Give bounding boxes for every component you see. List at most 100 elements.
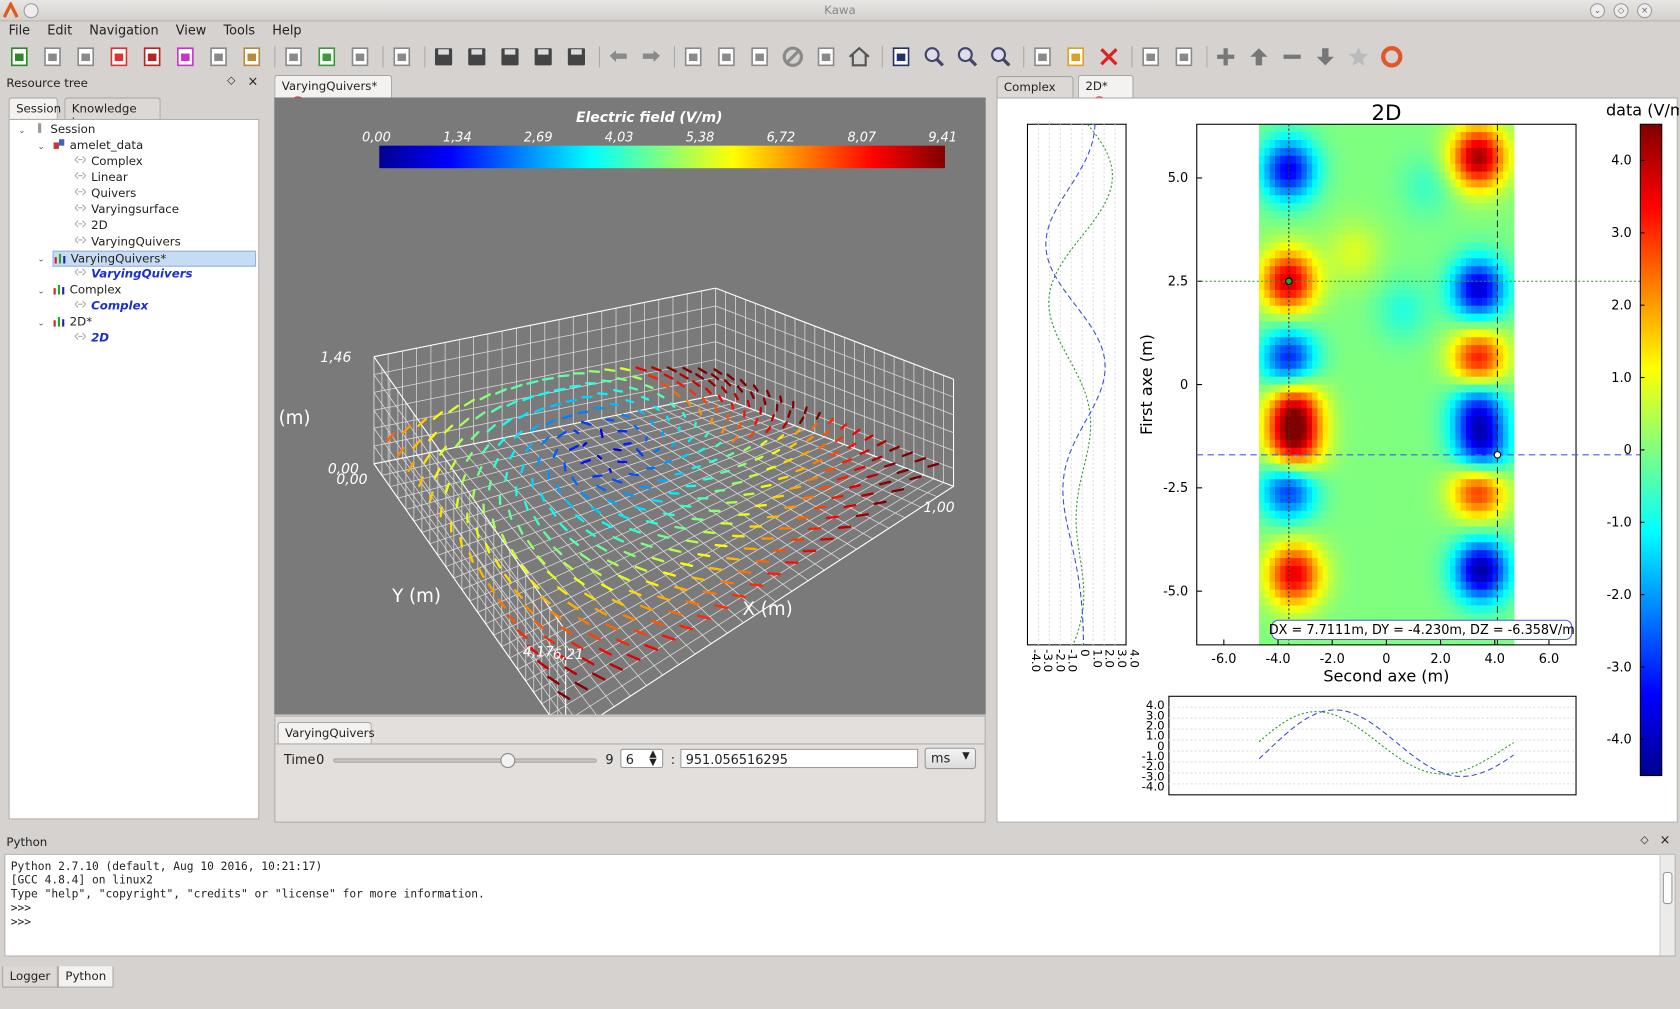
time-slider[interactable] xyxy=(333,753,597,769)
save-as-icon[interactable] xyxy=(464,44,490,70)
link-icon[interactable] xyxy=(1063,44,1089,70)
file-info-icon[interactable] xyxy=(281,44,307,70)
python-console[interactable]: Python 2.7.10 (default, Aug 10 2016, 10:… xyxy=(4,853,1676,957)
float-panel-icon[interactable]: ◇ xyxy=(227,75,235,87)
tree-item-label: VaryingQuivers xyxy=(91,266,193,281)
tab-varyingquivers[interactable]: VaryingQuivers*× xyxy=(274,74,393,112)
menu-edit[interactable]: Edit xyxy=(39,21,81,37)
disable-icon[interactable] xyxy=(780,44,806,70)
settings-icon[interactable] xyxy=(1171,44,1197,70)
time-value-field[interactable]: 951.056516295 xyxy=(680,748,919,769)
menu-help[interactable]: Help xyxy=(264,21,310,37)
star-icon[interactable] xyxy=(1346,44,1372,70)
tree-item[interactable]: Quivers xyxy=(74,186,136,202)
plus-icon[interactable] xyxy=(1213,44,1239,70)
tree-item[interactable]: 2D xyxy=(74,219,108,235)
tree-expander-icon[interactable]: ⌄ xyxy=(37,319,46,328)
plot-2d[interactable]: 2D Second axe (m) First axe (m) -6.0 -4.0 -2.… xyxy=(997,99,1679,824)
download-icon[interactable] xyxy=(314,44,340,70)
down-icon[interactable] xyxy=(1312,44,1338,70)
tab-session[interactable]: Session xyxy=(8,97,61,119)
zoom-out-icon[interactable] xyxy=(988,44,1014,70)
tree-item[interactable]: 2D xyxy=(74,331,109,347)
copy-icon[interactable] xyxy=(714,44,740,70)
unit-select[interactable]: ms ▼ xyxy=(924,747,977,770)
float-python-icon[interactable]: ◇ xyxy=(1640,834,1648,846)
tree-item[interactable]: Varyingsurface xyxy=(74,202,179,218)
tree-item-label: Session xyxy=(50,122,96,137)
delete-icon[interactable] xyxy=(1096,44,1122,70)
tree-item-label: Quivers xyxy=(91,186,137,201)
pdf-icon[interactable] xyxy=(106,44,132,70)
tab-varyingquivers-controls[interactable]: VaryingQuivers xyxy=(277,721,375,744)
cut-icon[interactable] xyxy=(680,44,706,70)
y-tick-label: 5.0 xyxy=(1168,171,1188,186)
menu-file[interactable]: File xyxy=(0,21,39,37)
spin-arrows-icon[interactable]: ▲ ▼ xyxy=(649,749,656,767)
quiver-3d-view[interactable]: Electric field (V/m) 0,00 1,34 2,69 4,03 5,3… xyxy=(274,97,986,715)
tab-logger[interactable]: Logger xyxy=(2,966,58,988)
maximize-button[interactable]: ◇ xyxy=(1613,3,1629,19)
minus-icon[interactable] xyxy=(1279,44,1305,70)
menu-tools[interactable]: Tools xyxy=(215,21,264,37)
time-label: Time xyxy=(283,751,316,767)
console-scrollbar[interactable] xyxy=(1659,854,1675,956)
tree-item[interactable]: VaryingQuivers xyxy=(74,267,193,283)
file-d-icon[interactable] xyxy=(347,44,373,70)
chart-icon[interactable] xyxy=(139,44,165,70)
package-icon[interactable] xyxy=(239,44,265,70)
tab-knowledge-base[interactable]: Knowledge base xyxy=(64,97,161,130)
tree-expander-icon[interactable]: ⌄ xyxy=(37,142,46,151)
window-icon[interactable] xyxy=(1030,44,1056,70)
tree-item[interactable]: Complex xyxy=(74,299,148,315)
cross-tools-icon[interactable] xyxy=(389,44,415,70)
lifebuoy-icon[interactable] xyxy=(1379,44,1405,70)
link-icon xyxy=(74,299,87,311)
tree-item[interactable]: Session xyxy=(33,122,95,138)
tree-item[interactable]: amelet_data xyxy=(52,138,143,154)
close-panel-icon[interactable]: × xyxy=(247,74,258,89)
tree-item[interactable]: 2D* xyxy=(52,315,92,331)
document-icon[interactable] xyxy=(40,44,66,70)
link-icon xyxy=(74,267,87,279)
step-spinbox[interactable]: 6 ▲ ▼ xyxy=(620,748,664,769)
tree-item[interactable]: Complex xyxy=(52,283,121,299)
tree-expander-icon[interactable]: ⌄ xyxy=(37,254,46,264)
home-icon[interactable] xyxy=(846,44,872,70)
save-all-icon[interactable] xyxy=(530,44,556,70)
screen-icon[interactable] xyxy=(1138,44,1164,70)
tree-item-label: Complex xyxy=(91,298,149,313)
up-icon[interactable] xyxy=(1246,44,1272,70)
tools-icon[interactable] xyxy=(888,44,914,70)
zoom-fit-icon[interactable] xyxy=(955,44,981,70)
add-user-icon[interactable] xyxy=(6,44,32,70)
time-slider-handle[interactable] xyxy=(500,753,516,769)
undo-icon[interactable] xyxy=(605,44,631,70)
menu-navigation[interactable]: Navigation xyxy=(81,21,167,37)
save-template-icon[interactable] xyxy=(564,44,590,70)
console-line: >>> xyxy=(10,915,32,929)
minimize-button[interactable]: ⌄ xyxy=(1589,3,1605,19)
python-panel-title: Python xyxy=(6,835,48,850)
close-window-button[interactable]: × xyxy=(1637,3,1653,19)
close-python-icon[interactable]: × xyxy=(1660,832,1671,847)
redo-icon[interactable] xyxy=(639,44,665,70)
tree-expander-icon[interactable]: ⌄ xyxy=(37,287,46,296)
tab-2d[interactable]: 2D*× xyxy=(1077,74,1134,112)
save-settings-icon[interactable] xyxy=(497,44,523,70)
menu-view[interactable]: View xyxy=(167,21,215,37)
grid-icon[interactable] xyxy=(172,44,198,70)
database-icon[interactable] xyxy=(206,44,232,70)
tree-item[interactable]: Complex xyxy=(74,154,143,170)
tree-item[interactable]: VaryingQuivers xyxy=(74,235,181,251)
tab-python[interactable]: Python xyxy=(57,966,114,988)
paste-icon[interactable] xyxy=(747,44,773,70)
save-icon[interactable] xyxy=(431,44,457,70)
tab-complex[interactable]: Complex× xyxy=(996,76,1074,113)
image-icon[interactable] xyxy=(73,44,99,70)
pause-icon[interactable] xyxy=(813,44,839,70)
tree-expander-icon[interactable]: ⌄ xyxy=(18,126,27,135)
tree-item[interactable]: Linear xyxy=(74,170,128,186)
zoom-in-icon[interactable] xyxy=(921,44,947,70)
tree-item[interactable]: VaryingQuivers* xyxy=(52,250,257,267)
